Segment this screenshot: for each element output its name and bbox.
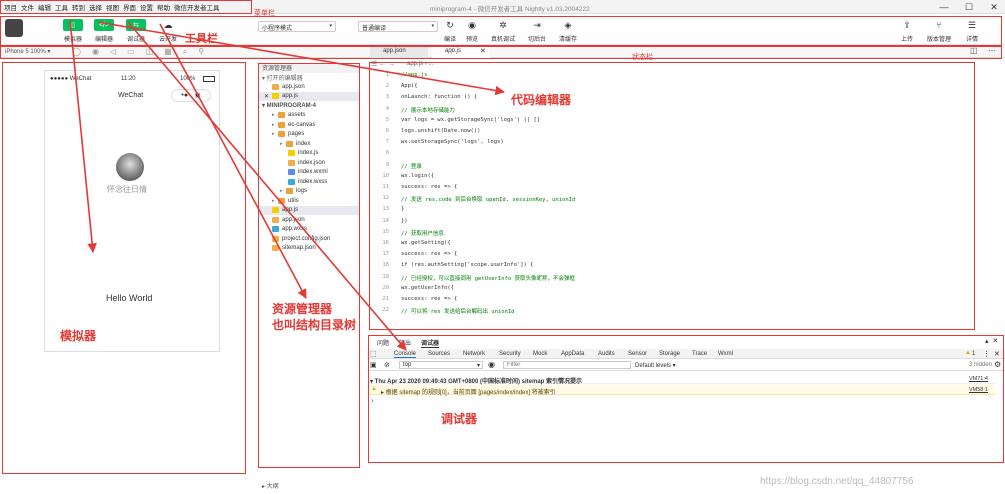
debugger-annotation-box [368, 335, 1004, 463]
tree-annotation-box [258, 63, 360, 468]
statusbar-annotation: 状态栏 [632, 54, 653, 61]
watermark: https://blog.csdn.net/qq_44807756 [760, 476, 914, 487]
simulator-annotation-box [2, 62, 246, 474]
close-button[interactable]: ✕ [985, 0, 1003, 14]
outline-section[interactable]: ▸ 大纲 [262, 481, 279, 491]
code-editor-annotation: 代码编辑器 [511, 93, 572, 107]
debugger-annotation: 调试器 [441, 412, 478, 426]
menubar-annotation-box [0, 0, 252, 14]
statusbar-annotation-box [0, 46, 1002, 59]
tree-alias-annotation: 也叫结构目录树 [272, 318, 357, 332]
menubar-annotation: 菜单栏 [254, 10, 275, 17]
editor-annotation-box [369, 62, 975, 330]
resource-manager-annotation: 资源管理器 [272, 302, 333, 316]
simulator-annotation: 模拟器 [60, 329, 97, 343]
toolbar-annotation: 工具栏 [185, 33, 218, 45]
window-title: miniprogram-4 - 微信开发者工具 Nightly v1.03.20… [430, 6, 590, 13]
maximize-button[interactable]: ☐ [960, 0, 978, 14]
minimize-button[interactable]: — [935, 0, 953, 14]
toolbar-annotation-box [0, 16, 1002, 46]
